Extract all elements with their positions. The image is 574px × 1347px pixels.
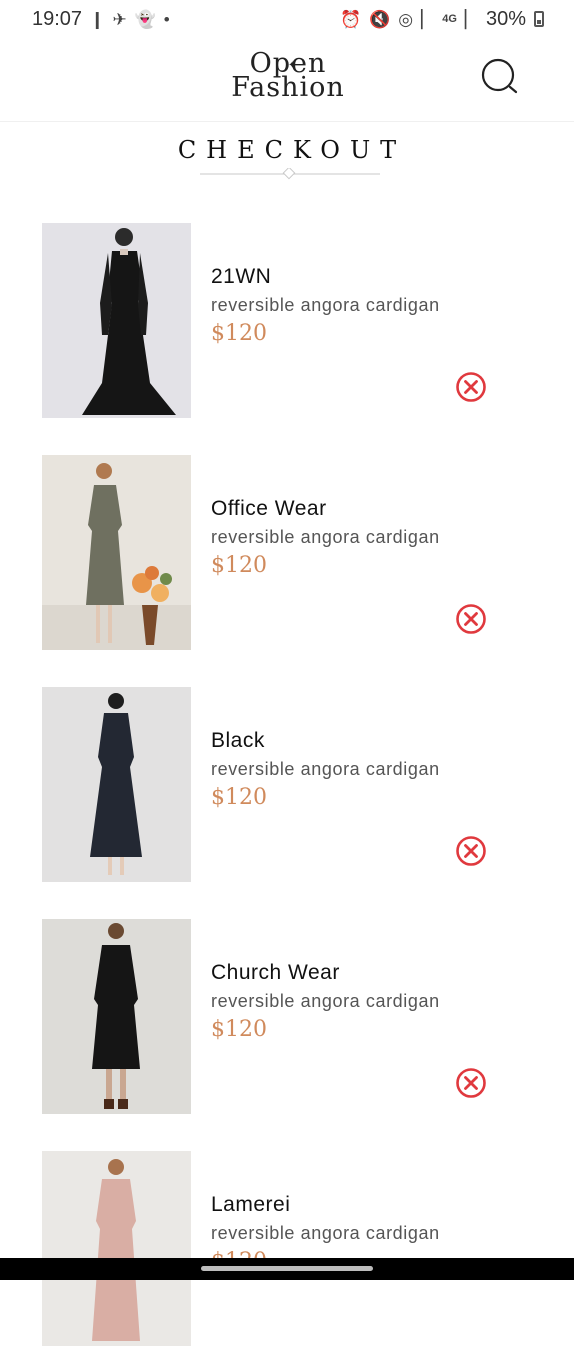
cart-item[interactable]: Black reversible angora cardigan $120 — [0, 687, 574, 883]
close-circle-icon — [456, 604, 486, 634]
page-title: CHECKOUT — [177, 136, 407, 164]
close-circle-icon — [456, 836, 486, 866]
signal-icon: ▏ — [421, 9, 435, 29]
network-type-label: 4G — [442, 12, 457, 25]
status-time: 19:07 — [32, 7, 83, 30]
cart-item[interactable]: Church Wear reversible angora cardigan $… — [0, 919, 574, 1115]
close-circle-icon — [456, 1068, 486, 1098]
product-image[interactable] — [42, 1151, 191, 1346]
signal-icon-2: ▏ — [464, 9, 478, 29]
product-name[interactable]: 21WN — [211, 265, 271, 289]
product-image-figure — [42, 919, 191, 1114]
product-description: reversible angora cardigan — [211, 759, 440, 779]
signal-bars-icon: ❙ — [90, 9, 105, 29]
product-description: reversible angora cardigan — [211, 295, 440, 315]
product-image[interactable] — [42, 919, 191, 1114]
product-name[interactable]: Office Wear — [211, 497, 327, 521]
close-circle-icon — [456, 372, 486, 402]
status-bar: 19:07 ❙ ✈ 👻 • ⏰ 🔇 ◎ ▏ 4G ▏ 30% — [0, 0, 574, 38]
sparkle-icon: ✦ — [288, 60, 298, 71]
logo-line-2: Fashion — [231, 72, 345, 103]
remove-item-button[interactable] — [455, 371, 487, 403]
product-description: reversible angora cardigan — [211, 1223, 440, 1243]
status-left: 19:07 ❙ ✈ 👻 • — [32, 8, 170, 31]
battery-icon — [534, 11, 544, 27]
product-image-figure — [42, 687, 191, 882]
brand-logo[interactable]: Open Fashion ✦ — [226, 50, 350, 103]
product-image-figure — [42, 1151, 191, 1346]
product-image[interactable] — [42, 687, 191, 882]
mute-icon: 🔇 — [369, 9, 391, 29]
product-name[interactable]: Lamerei — [211, 1193, 290, 1217]
product-image-figure — [42, 455, 191, 650]
product-image[interactable] — [42, 223, 191, 418]
product-price: $120 — [211, 553, 267, 578]
product-price: $120 — [211, 1017, 267, 1042]
remove-item-button[interactable] — [455, 835, 487, 867]
home-gesture-handle[interactable] — [201, 1266, 373, 1271]
product-name[interactable]: Black — [211, 729, 265, 753]
product-price: $120 — [211, 321, 267, 346]
product-image-figure — [42, 223, 191, 418]
hotspot-icon: ◎ — [398, 9, 414, 29]
cart-item[interactable]: 21WN reversible angora cardigan $120 — [0, 223, 574, 419]
battery-percent: 30% — [485, 7, 526, 30]
alarm-icon: ⏰ — [339, 9, 362, 29]
app-header: Open Fashion ✦ — [0, 38, 574, 122]
more-dot-icon: • — [163, 9, 170, 29]
status-right: ⏰ 🔇 ◎ ▏ 4G ▏ 30% — [340, 8, 544, 31]
product-price: $120 — [211, 785, 267, 810]
product-image[interactable] — [42, 455, 191, 650]
cart-item[interactable]: Lamerei reversible angora cardigan $120 — [0, 1151, 574, 1347]
system-nav-bar — [0, 1258, 574, 1280]
product-description: reversible angora cardigan — [211, 527, 440, 547]
remove-item-button[interactable] — [455, 1067, 487, 1099]
product-description: reversible angora cardigan — [211, 991, 440, 1011]
search-button[interactable] — [480, 58, 520, 98]
remove-item-button[interactable] — [455, 603, 487, 635]
title-divider — [200, 168, 380, 180]
cart-item[interactable]: Office Wear reversible angora cardigan $… — [0, 455, 574, 651]
notification-icon: ✈ — [112, 9, 127, 29]
search-icon — [481, 58, 518, 94]
product-name[interactable]: Church Wear — [211, 961, 340, 985]
snapchat-icon: 👻 — [134, 9, 156, 29]
